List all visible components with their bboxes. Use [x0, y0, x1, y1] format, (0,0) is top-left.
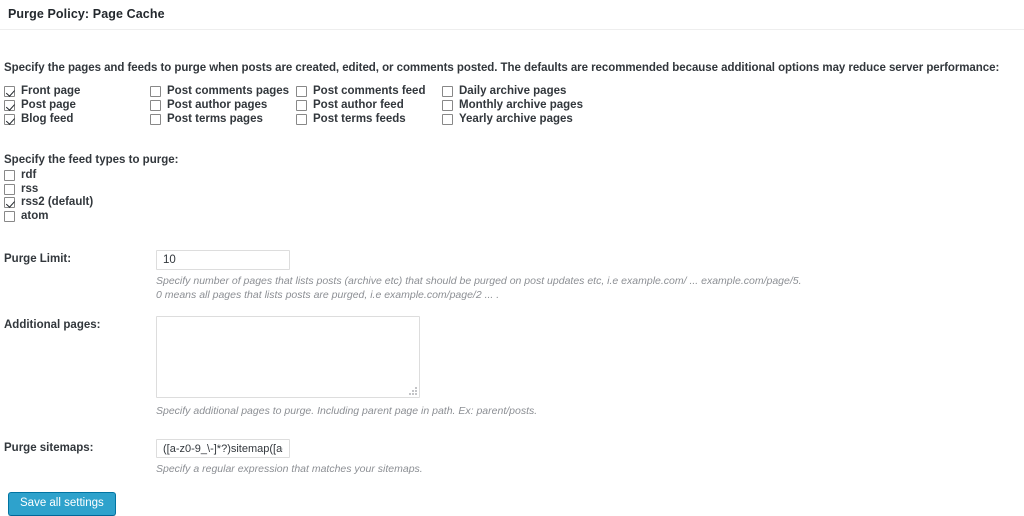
- checkbox-label: Blog feed: [21, 113, 74, 126]
- checkbox-row-rdf[interactable]: rdf: [4, 169, 178, 183]
- checkbox-rss2[interactable]: [4, 197, 15, 209]
- checkbox-row-post-terms-feeds[interactable]: Post terms feeds: [296, 113, 425, 127]
- checkbox-row-post-page[interactable]: Post page: [4, 99, 80, 113]
- checkbox-row-monthly-archive-pages[interactable]: Monthly archive pages: [442, 99, 583, 113]
- checkbox-label: Post comments pages: [167, 85, 290, 98]
- purge-sitemaps-field-area: Specify a regular expression that matche…: [156, 439, 423, 476]
- feed-types-section: Specify the feed types to purge: rdf rss…: [4, 154, 178, 223]
- additional-pages-hint: Specify additional pages to purge. Inclu…: [156, 405, 538, 417]
- checkbox-label: Front page: [21, 85, 81, 98]
- checkbox-label: Post comments feed: [313, 85, 426, 98]
- checkbox-label: Post author pages: [167, 99, 268, 112]
- page-title: Purge Policy: Page Cache: [0, 0, 1024, 30]
- checkbox-row-front-page[interactable]: Front page: [4, 85, 80, 99]
- purge-limit-label: Purge Limit:: [4, 253, 72, 265]
- checkbox-column-pages: Front page Post page Blog feed: [4, 85, 80, 127]
- checkbox-column-archives: Daily archive pages Monthly archive page…: [442, 85, 583, 127]
- checkbox-label: Post terms feeds: [313, 113, 406, 126]
- checkbox-label: rdf: [21, 169, 37, 182]
- checkbox-label: Yearly archive pages: [459, 113, 573, 126]
- checkbox-row-daily-archive-pages[interactable]: Daily archive pages: [442, 85, 583, 99]
- checkbox-post-terms-pages[interactable]: [150, 114, 161, 126]
- checkbox-monthly-archive-pages[interactable]: [442, 100, 453, 112]
- checkbox-row-atom[interactable]: atom: [4, 210, 178, 224]
- checkbox-post-comments-feed[interactable]: [296, 86, 307, 98]
- checkbox-column-feeds: Post comments feed Post author feed Post…: [296, 85, 425, 127]
- checkbox-row-rss2[interactable]: rss2 (default): [4, 196, 178, 210]
- checkbox-rdf[interactable]: [4, 170, 15, 182]
- save-all-settings-button[interactable]: Save all settings: [8, 492, 116, 516]
- checkbox-post-page[interactable]: [4, 100, 15, 112]
- checkbox-rss[interactable]: [4, 183, 15, 195]
- checkbox-row-post-terms-pages[interactable]: Post terms pages: [150, 113, 289, 127]
- checkbox-row-yearly-archive-pages[interactable]: Yearly archive pages: [442, 113, 583, 127]
- purge-limit-hint-line1: Specify number of pages that lists posts…: [156, 275, 802, 287]
- additional-pages-textarea[interactable]: [156, 316, 420, 398]
- intro-description: Specify the pages and feeds to purge whe…: [4, 62, 1000, 74]
- checkbox-post-terms-feeds[interactable]: [296, 114, 307, 126]
- checkbox-front-page[interactable]: [4, 86, 15, 98]
- purge-sitemaps-label: Purge sitemaps:: [4, 442, 94, 454]
- checkbox-label: atom: [21, 209, 49, 222]
- page-checkbox-grid: Front page Post page Blog feed Post comm…: [0, 85, 1024, 129]
- purge-limit-field-area: Specify number of pages that lists posts…: [156, 250, 802, 302]
- purge-sitemaps-input[interactable]: [156, 439, 290, 458]
- checkbox-blog-feed[interactable]: [4, 114, 15, 126]
- checkbox-row-post-author-feed[interactable]: Post author feed: [296, 99, 425, 113]
- additional-pages-label: Additional pages:: [4, 319, 101, 331]
- checkbox-label: rss: [21, 182, 39, 195]
- checkbox-yearly-archive-pages[interactable]: [442, 114, 453, 126]
- checkbox-column-post-pages: Post comments pages Post author pages Po…: [150, 85, 289, 127]
- purge-limit-hint-line2: 0 means all pages that lists posts are p…: [156, 289, 500, 301]
- checkbox-post-author-pages[interactable]: [150, 100, 161, 112]
- checkbox-post-author-feed[interactable]: [296, 100, 307, 112]
- additional-pages-textarea-wrap: [156, 316, 420, 398]
- checkbox-post-comments-pages[interactable]: [150, 86, 161, 98]
- checkbox-daily-archive-pages[interactable]: [442, 86, 453, 98]
- checkbox-row-post-comments-feed[interactable]: Post comments feed: [296, 85, 425, 99]
- checkbox-row-post-comments-pages[interactable]: Post comments pages: [150, 85, 289, 99]
- additional-pages-field-area: Specify additional pages to purge. Inclu…: [156, 316, 537, 418]
- checkbox-atom[interactable]: [4, 210, 15, 222]
- checkbox-label: Post terms pages: [167, 113, 263, 126]
- checkbox-label: Monthly archive pages: [459, 99, 583, 112]
- checkbox-label: Post page: [21, 99, 76, 112]
- checkbox-row-blog-feed[interactable]: Blog feed: [4, 113, 80, 127]
- checkbox-row-rss[interactable]: rss: [4, 183, 178, 197]
- feed-types-heading: Specify the feed types to purge:: [4, 154, 179, 166]
- checkbox-label: rss2 (default): [21, 196, 94, 209]
- purge-limit-input[interactable]: [156, 250, 290, 270]
- checkbox-row-post-author-pages[interactable]: Post author pages: [150, 99, 289, 113]
- purge-sitemaps-hint: Specify a regular expression that matche…: [156, 463, 423, 475]
- checkbox-label: Post author feed: [313, 99, 404, 112]
- checkbox-label: Daily archive pages: [459, 85, 567, 98]
